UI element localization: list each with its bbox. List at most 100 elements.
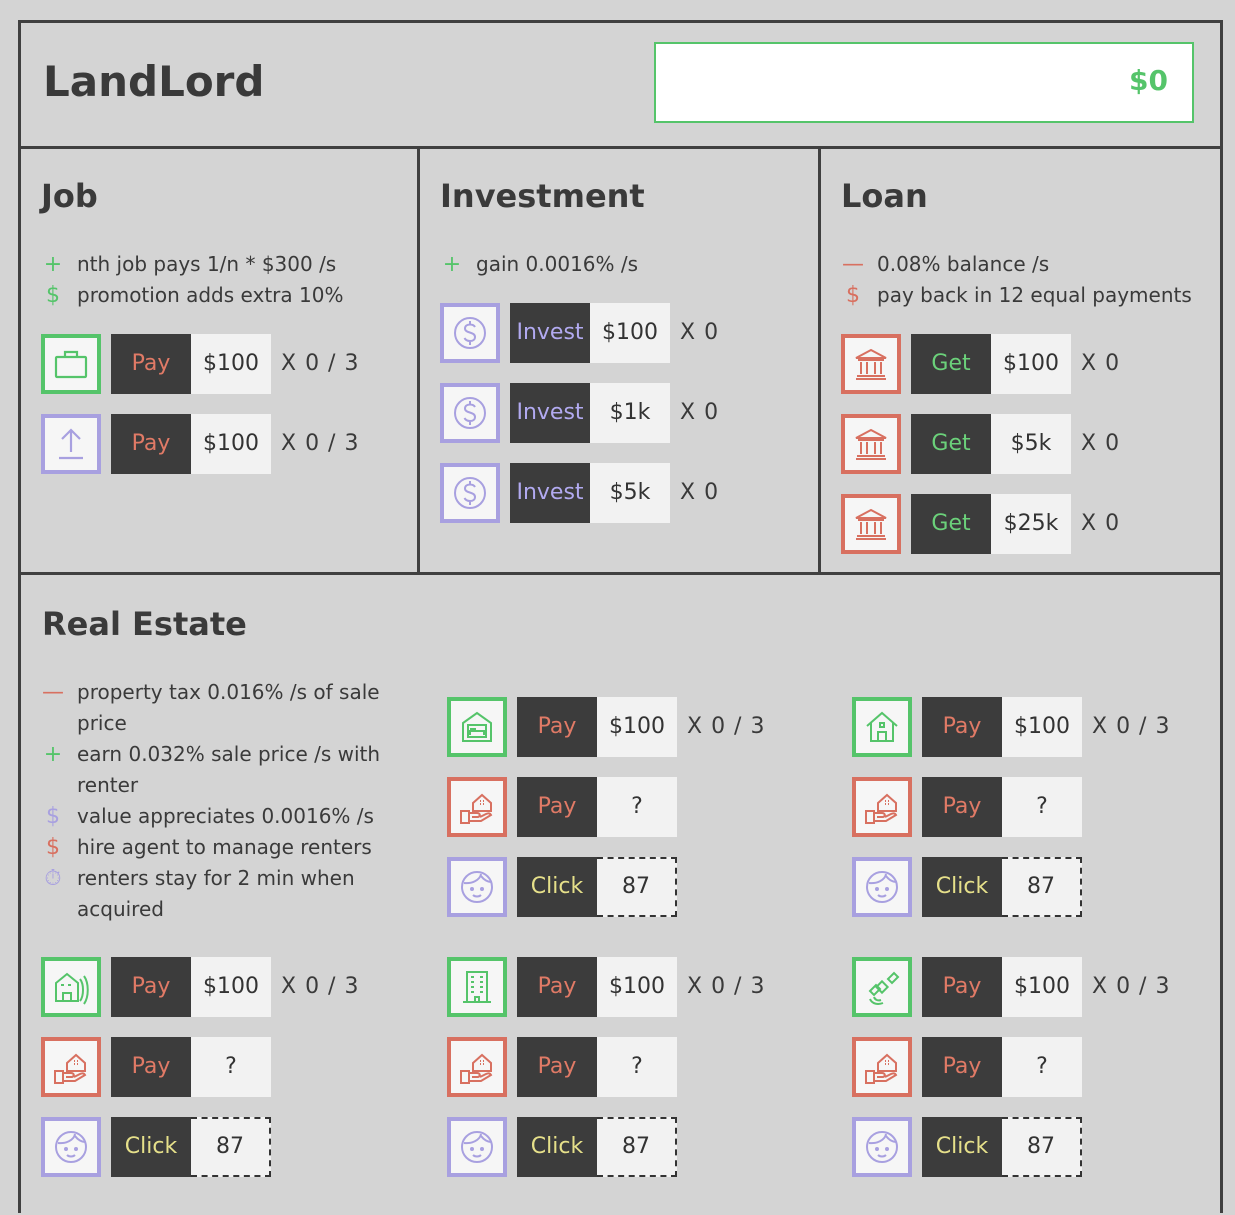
- agent-hand-icon: [41, 1037, 101, 1097]
- rule-text: renters stay for 2 min when: [77, 866, 355, 890]
- property-buy-button[interactable]: Pay: [517, 697, 597, 757]
- loan-count: X 0: [1081, 511, 1121, 536]
- invest-button[interactable]: Invest: [510, 463, 590, 523]
- dollar-icon: $: [46, 835, 60, 860]
- rule-text: 0.08% balance /s: [877, 252, 1050, 276]
- property-buy-button[interactable]: Pay: [922, 697, 1002, 757]
- renter-click-button[interactable]: Click: [517, 857, 597, 917]
- rule-text: hire agent to manage renters: [77, 835, 372, 859]
- property-count: X 0 / 3: [1092, 974, 1171, 999]
- invest-button[interactable]: Invest: [510, 383, 590, 443]
- app-title: LandLord: [43, 57, 265, 106]
- invest-button[interactable]: Invest: [510, 303, 590, 363]
- loan-count: X 0: [1081, 351, 1121, 376]
- dollar-coin-icon: [440, 303, 500, 363]
- briefcase-icon: [41, 334, 101, 394]
- investment-title: Investment: [440, 177, 645, 215]
- agent-pay-button[interactable]: Pay: [922, 1037, 1002, 1097]
- face-icon: [447, 857, 507, 917]
- agent-hand-icon: [852, 1037, 912, 1097]
- bank-icon: [841, 494, 901, 554]
- property-block: Pay $100 X 0 / 3 Pay ? Click 87: [447, 697, 807, 917]
- apartment-icon: [41, 957, 101, 1017]
- job-panel: Job + nth job pays 1/n * $300 /s $ promo…: [21, 149, 420, 572]
- real-estate-title: Real Estate: [42, 605, 247, 643]
- rule-text: gain 0.0016% /s: [476, 252, 639, 276]
- job-price: $100: [191, 334, 271, 394]
- renter-clicks: 87: [1002, 857, 1082, 917]
- balance-value: $0: [1129, 64, 1168, 97]
- renter-click-button[interactable]: Click: [922, 1117, 1002, 1177]
- bank-icon: [841, 334, 901, 394]
- loan-get-button[interactable]: Get: [911, 334, 991, 394]
- agent-price: ?: [191, 1037, 271, 1097]
- minus-icon: —: [842, 252, 864, 277]
- bank-icon: [841, 414, 901, 474]
- renter-clicks: 87: [597, 857, 677, 917]
- minus-icon: —: [42, 680, 64, 705]
- stopwatch-icon: ⏱: [44, 866, 62, 891]
- property-count: X 0 / 3: [687, 714, 766, 739]
- renter-clicks: 87: [597, 1117, 677, 1177]
- real-estate-panel: Real Estate — property tax 0.016% /s of …: [21, 572, 1220, 1215]
- loan-amount: $100: [991, 334, 1071, 394]
- invest-amount: $5k: [590, 463, 670, 523]
- plus-icon: +: [43, 252, 63, 277]
- rule-text: nth job pays 1/n * $300 /s: [77, 252, 337, 276]
- property-buy-button[interactable]: Pay: [111, 957, 191, 1017]
- property-price: $100: [1002, 697, 1082, 757]
- rule-text: promotion adds extra 10%: [77, 283, 344, 307]
- invest-amount: $100: [590, 303, 670, 363]
- property-block: Pay $100 X 0 / 3 Pay ? Click 87: [852, 957, 1212, 1177]
- loan-get-button[interactable]: Get: [911, 494, 991, 554]
- property-buy-button[interactable]: Pay: [922, 957, 1002, 1017]
- loan-get-button[interactable]: Get: [911, 414, 991, 474]
- hotel-room-icon: [447, 697, 507, 757]
- balance-display: $0: [654, 42, 1194, 123]
- invest-count: X 0: [680, 400, 720, 425]
- invest-amount: $1k: [590, 383, 670, 443]
- agent-pay-button[interactable]: Pay: [517, 777, 597, 837]
- dollar-icon: $: [46, 804, 60, 829]
- job-count: X 0 / 3: [281, 351, 360, 376]
- property-price: $100: [191, 957, 271, 1017]
- rule-text: value appreciates 0.0016% /s: [77, 804, 374, 828]
- rule-text: price: [77, 711, 127, 735]
- investment-panel: Investment + gain 0.0016% /s Invest $100…: [420, 149, 821, 572]
- agent-pay-button[interactable]: Pay: [517, 1037, 597, 1097]
- property-block: Pay $100 X 0 / 3 Pay ? Click 87: [447, 957, 807, 1177]
- renter-click-button[interactable]: Click: [922, 857, 1002, 917]
- satellite-icon: [852, 957, 912, 1017]
- invest-count: X 0: [680, 320, 720, 345]
- invest-count: X 0: [680, 480, 720, 505]
- property-count: X 0 / 3: [687, 974, 766, 999]
- loan-count: X 0: [1081, 431, 1121, 456]
- agent-pay-button[interactable]: Pay: [922, 777, 1002, 837]
- game-frame: LandLord $0 Job + nth job pays 1/n * $30…: [18, 20, 1223, 1213]
- plus-icon: +: [442, 252, 462, 277]
- job-title: Job: [41, 177, 98, 215]
- house-icon: [852, 697, 912, 757]
- renter-click-button[interactable]: Click: [111, 1117, 191, 1177]
- job-pay-button[interactable]: Pay: [111, 334, 191, 394]
- agent-pay-button[interactable]: Pay: [111, 1037, 191, 1097]
- promotion-pay-button[interactable]: Pay: [111, 414, 191, 474]
- property-count: X 0 / 3: [1092, 714, 1171, 739]
- property-price: $100: [1002, 957, 1082, 1017]
- agent-price: ?: [1002, 1037, 1082, 1097]
- upload-arrow-icon: [41, 414, 101, 474]
- property-price: $100: [597, 697, 677, 757]
- loan-amount: $5k: [991, 414, 1071, 474]
- property-buy-button[interactable]: Pay: [517, 957, 597, 1017]
- face-icon: [852, 1117, 912, 1177]
- agent-hand-icon: [447, 1037, 507, 1097]
- rule-text: earn 0.032% sale price /s with: [77, 742, 381, 766]
- face-icon: [41, 1117, 101, 1177]
- property-block: Pay $100 X 0 / 3 Pay ? Click 87: [41, 957, 401, 1177]
- loan-title: Loan: [841, 177, 928, 215]
- loan-amount: $25k: [991, 494, 1071, 554]
- face-icon: [852, 857, 912, 917]
- agent-price: ?: [1002, 777, 1082, 837]
- dollar-icon: $: [46, 283, 60, 308]
- renter-click-button[interactable]: Click: [517, 1117, 597, 1177]
